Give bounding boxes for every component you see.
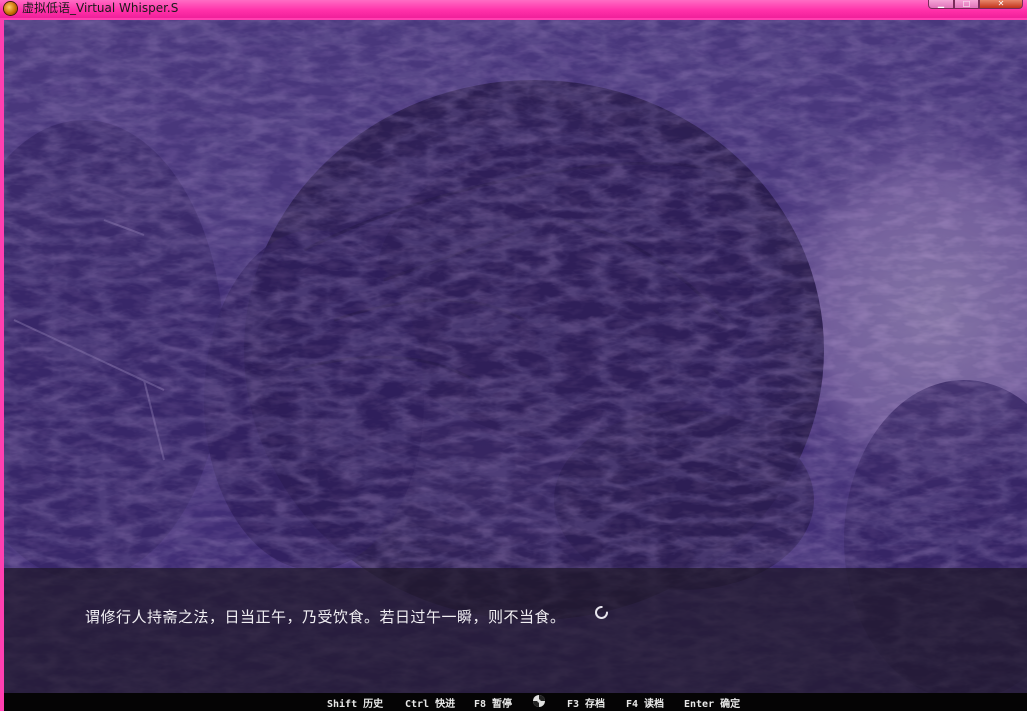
game-window: 虚拟低语_Virtual Whisper.S ▁ □ ✕ 谓修行人持斋之法，日当… [0, 0, 1027, 711]
auto-mode-icon[interactable] [532, 694, 546, 708]
dialogue-text: 谓修行人持斋之法，日当正午，乃受饮食。若日过午一瞬，则不当食。 [85, 608, 566, 626]
close-button[interactable]: ✕ [979, 0, 1023, 9]
title-bar[interactable]: 虚拟低语_Virtual Whisper.S ▁ □ ✕ [0, 0, 1027, 18]
skip-hotkey[interactable]: Ctrl 快进 [405, 695, 455, 710]
minimize-button[interactable]: ▁ [928, 0, 954, 9]
message-window[interactable]: 谓修行人持斋之法，日当正午，乃受饮食。若日过午一瞬，则不当食。 [4, 568, 1027, 693]
window-controls: ▁ □ ✕ [928, 0, 1023, 9]
history-hotkey[interactable]: Shift 历史 [327, 695, 383, 710]
load-hotkey[interactable]: F4 读档 [626, 695, 664, 710]
hotkey-bar: Shift 历史 Ctrl 快进 F8 暂停 F3 存档 F4 读档 Enter… [4, 693, 1027, 711]
loading-spinner-icon [595, 606, 608, 619]
maximize-icon: □ [962, 0, 971, 8]
pause-hotkey[interactable]: F8 暂停 [474, 695, 512, 710]
confirm-hotkey[interactable]: Enter 确定 [684, 695, 740, 710]
save-hotkey[interactable]: F3 存档 [567, 695, 605, 710]
close-icon: ✕ [997, 0, 1005, 8]
window-title: 虚拟低语_Virtual Whisper.S [22, 1, 179, 15]
minimize-icon: ▁ [937, 0, 945, 8]
app-icon [4, 2, 17, 15]
maximize-button[interactable]: □ [954, 0, 979, 9]
game-screen[interactable]: 谓修行人持斋之法，日当正午，乃受饮食。若日过午一瞬，则不当食。 Shift 历史… [4, 20, 1027, 711]
